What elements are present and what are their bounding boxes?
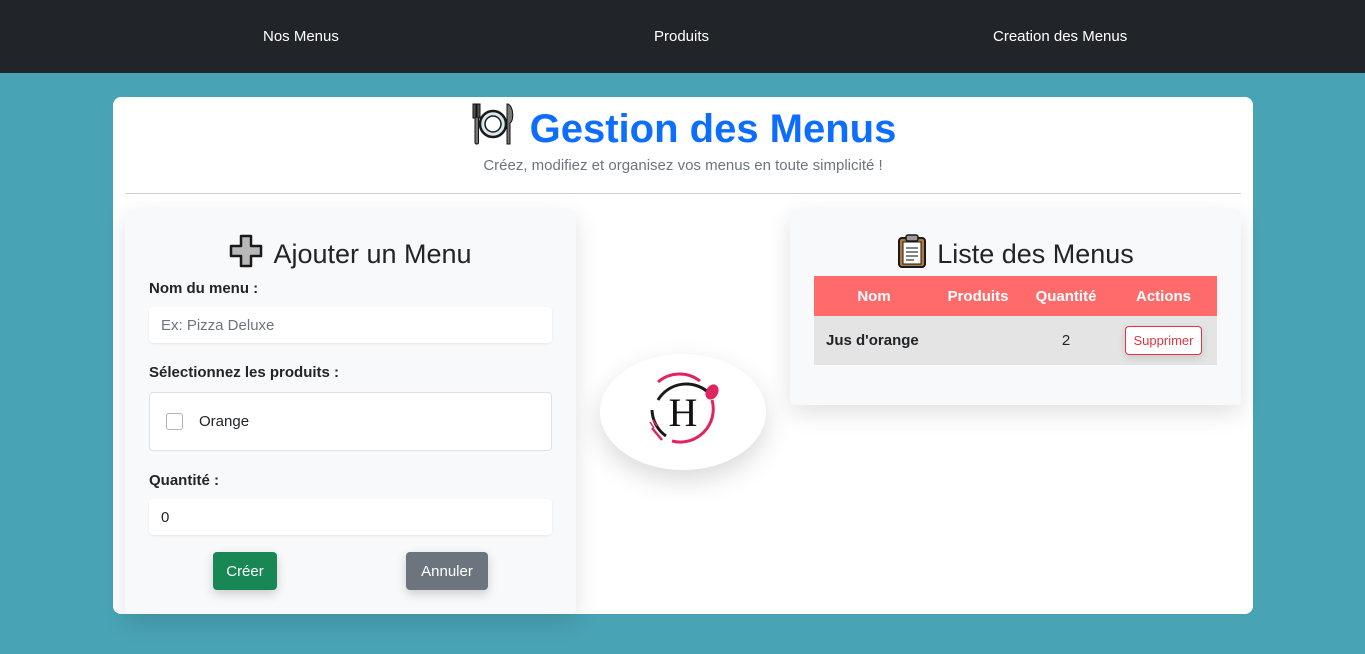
clipboard-icon — [897, 234, 927, 275]
product-label-orange: Orange — [199, 413, 250, 430]
top-navbar: Nos Menus Produits Creation des Menus — [0, 0, 1365, 73]
products-select-box: Orange — [149, 392, 552, 451]
col-header-actions: Actions — [1110, 276, 1217, 316]
cancel-button[interactable]: Annuler — [406, 552, 488, 590]
cell-nom: Jus d'orange — [814, 316, 934, 365]
menu-name-input[interactable] — [149, 307, 552, 343]
cell-actions: Supprimer — [1110, 316, 1217, 365]
add-menu-title-text: Ajouter un Menu — [273, 239, 472, 269]
col-header-nom: Nom — [814, 276, 934, 316]
header-divider — [125, 193, 1241, 194]
main-card: Gestion des Menus Créez, modifiez et org… — [113, 97, 1253, 614]
page-subtitle: Créez, modifiez et organisez vos menus e… — [483, 157, 883, 174]
table-row: Jus d'orange 2 Supprimer — [814, 316, 1217, 365]
plate-cutlery-icon — [470, 101, 516, 157]
products-label: Sélectionnez les produits : — [149, 364, 340, 381]
product-checkbox-orange[interactable] — [166, 413, 183, 430]
menu-list-panel: Liste des Menus Nom Produits Quantité Ac… — [790, 210, 1241, 405]
page-header: Gestion des Menus — [113, 101, 1253, 157]
cell-produits — [934, 316, 1022, 365]
table-header-row: Nom Produits Quantité Actions — [814, 276, 1217, 316]
menu-name-label: Nom du menu : — [149, 280, 259, 297]
menus-table: Nom Produits Quantité Actions Jus d'oran… — [814, 276, 1217, 365]
plus-icon — [229, 234, 263, 275]
restaurant-logo: H — [600, 354, 766, 470]
add-menu-panel: Ajouter un Menu Nom du menu : Sélectionn… — [125, 210, 576, 614]
delete-button[interactable]: Supprimer — [1124, 326, 1203, 355]
cell-quantite: 2 — [1022, 316, 1110, 365]
col-header-produits: Produits — [934, 276, 1022, 316]
svg-text:H: H — [669, 390, 698, 435]
logo-h-icon: H — [649, 372, 719, 444]
nav-link-nos-menus[interactable]: Nos Menus — [263, 28, 339, 45]
add-menu-title: Ajouter un Menu — [125, 234, 576, 275]
nav-link-produits[interactable]: Produits — [654, 28, 709, 45]
quantity-label: Quantité : — [149, 472, 219, 489]
create-button[interactable]: Créer — [213, 552, 277, 590]
quantity-input[interactable] — [149, 499, 552, 535]
nav-link-creation-menus[interactable]: Creation des Menus — [993, 28, 1127, 45]
menu-list-title: Liste des Menus — [790, 234, 1241, 275]
page-title: Gestion des Menus — [529, 106, 897, 151]
col-header-quantite: Quantité — [1022, 276, 1110, 316]
menu-list-title-text: Liste des Menus — [937, 239, 1134, 269]
